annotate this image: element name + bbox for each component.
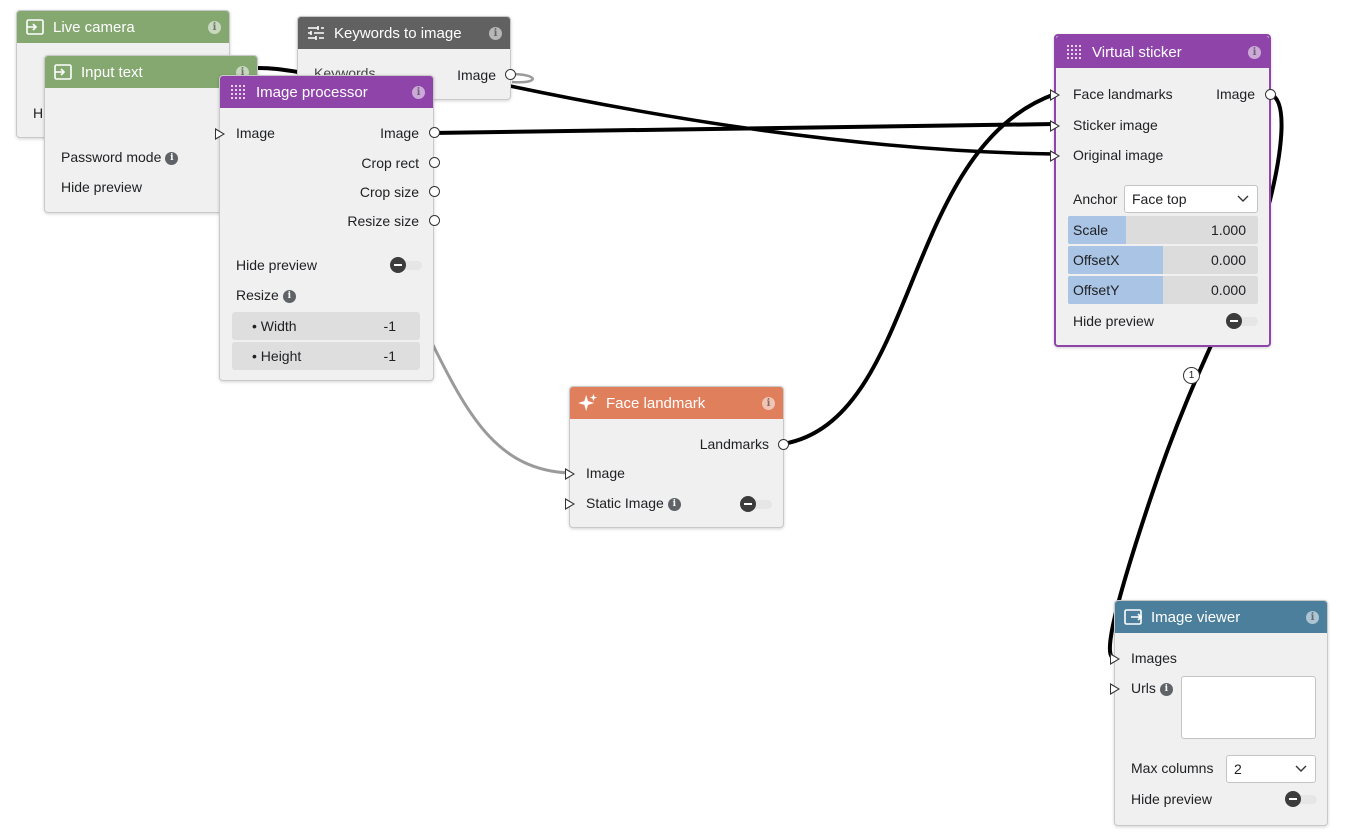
image-input-port[interactable] [565,468,575,480]
node-title: Input text [81,63,143,81]
max-columns-select[interactable]: 2 [1226,755,1316,783]
offsety-slider[interactable]: OffsetY 0.000 [1068,276,1258,304]
landmarks-output-port[interactable] [778,439,789,450]
static-image-toggle[interactable] [740,496,772,512]
face-landmarks-input-label: Face landmarks [1073,86,1173,102]
info-icon[interactable]: i [667,497,681,511]
sticker-image-input-port[interactable] [1050,120,1060,132]
node-title: Image viewer [1151,608,1241,626]
crop-rect-output-port[interactable] [429,157,440,168]
password-mode-label: Password mode i [61,149,179,165]
image-input-label: Image [236,125,275,141]
chevron-down-icon [1237,186,1249,220]
anchor-label: Anchor [1073,191,1118,207]
output-icon [1123,607,1143,627]
hide-preview-toggle[interactable] [1226,313,1258,329]
info-icon[interactable]: i [1159,682,1173,696]
image-output-label: Image [1216,86,1255,102]
sparkle-icon [578,393,598,413]
image-output-port[interactable] [505,69,516,80]
node-title: Virtual sticker [1092,43,1182,61]
hide-preview-label: Hide preview [1073,313,1154,329]
wire-keywords-to-sticker-original [509,84,1056,156]
image-viewer-header[interactable]: Image viewer i [1115,601,1327,633]
crop-size-output-port[interactable] [429,186,440,197]
height-value: -1 [383,348,396,364]
wire-processor-to-sticker [431,122,1056,135]
hide-preview-toggle[interactable] [390,257,422,273]
images-input-label: Images [1131,650,1177,666]
urls-input-label: Urls i [1131,680,1173,696]
hide-preview-toggle[interactable] [1285,791,1317,807]
image-output-label: Image [380,125,419,141]
resize-size-output-label: Resize size [347,213,419,229]
sliders-icon [306,23,326,43]
image-input-label: Image [586,465,625,481]
info-icon[interactable]: i [1306,610,1319,624]
info-icon[interactable]: i [412,85,425,99]
input-icon [53,62,73,82]
sticker-image-input-label: Sticker image [1073,117,1158,133]
hide-preview-label: Hide preview [1131,791,1212,807]
max-columns-label: Max columns [1131,760,1214,776]
connection-count-badge[interactable]: 1 [1183,367,1200,384]
urls-textarea[interactable] [1181,676,1316,739]
node-title: Image processor [256,83,368,101]
scale-slider[interactable]: Scale 1.000 [1068,216,1258,244]
info-icon[interactable]: i [208,20,221,34]
landmarks-output-label: Landmarks [699,436,769,452]
image-processor-node[interactable]: Image processor i Image Image Crop rect … [215,75,440,381]
info-icon[interactable]: i [1248,45,1261,59]
info-icon[interactable]: i [282,289,296,303]
live-camera-header[interactable]: Live camera i [17,11,229,43]
hide-preview-label: Hide preview [61,179,142,195]
image-processor-header[interactable]: Image processor i [220,76,433,108]
image-output-port[interactable] [1265,89,1276,100]
info-icon[interactable]: i [489,26,502,40]
partial-label: H [33,105,44,121]
crop-rect-output-label: Crop rect [361,155,419,171]
width-field[interactable]: • Width -1 [232,312,420,340]
original-image-input-port[interactable] [1050,150,1060,162]
grid-icon [228,82,248,102]
input-icon [25,17,45,37]
height-field[interactable]: • Height -1 [232,342,420,370]
image-input-port[interactable] [215,128,225,140]
wire-input-to-keywords [257,66,299,74]
face-landmarks-input-port[interactable] [1050,89,1060,101]
virtual-sticker-header[interactable]: Virtual sticker i [1056,36,1269,68]
resize-size-output-port[interactable] [429,215,440,226]
wire-processor-to-landmark [431,344,570,475]
image-viewer-node[interactable]: Image viewer i Images Urls i Max columns … [1110,600,1328,826]
node-title: Keywords to image [334,24,462,42]
urls-input-port[interactable] [1110,683,1120,695]
anchor-select[interactable]: Face top [1124,185,1258,213]
image-output-port[interactable] [429,127,440,138]
keywords-to-image-header[interactable]: Keywords to image i [298,17,510,49]
static-image-input-port[interactable] [565,498,575,510]
chevron-down-icon [1295,756,1307,790]
original-image-input-label: Original image [1073,147,1164,163]
image-output-label: Image [457,67,496,83]
node-title: Face landmark [606,394,706,412]
hide-preview-label: Hide preview [236,257,317,273]
width-value: -1 [383,318,396,334]
static-image-label: Static Image i [586,495,681,511]
wire-landmark-to-sticker [782,92,1056,446]
images-input-port[interactable] [1110,653,1120,665]
offsetx-slider[interactable]: OffsetX 0.000 [1068,246,1258,274]
node-title: Live camera [53,18,135,36]
info-icon[interactable]: i [762,396,775,410]
face-landmark-header[interactable]: Face landmark i [570,387,783,419]
crop-size-output-label: Crop size [359,184,419,200]
virtual-sticker-node[interactable]: Virtual sticker i Face landmarks Image S… [1050,34,1276,347]
resize-label: Resize i [236,287,296,303]
grid-icon [1064,42,1084,62]
info-icon[interactable]: i [165,151,179,165]
face-landmark-node[interactable]: Face landmark i Landmarks Image Static I… [565,386,789,528]
